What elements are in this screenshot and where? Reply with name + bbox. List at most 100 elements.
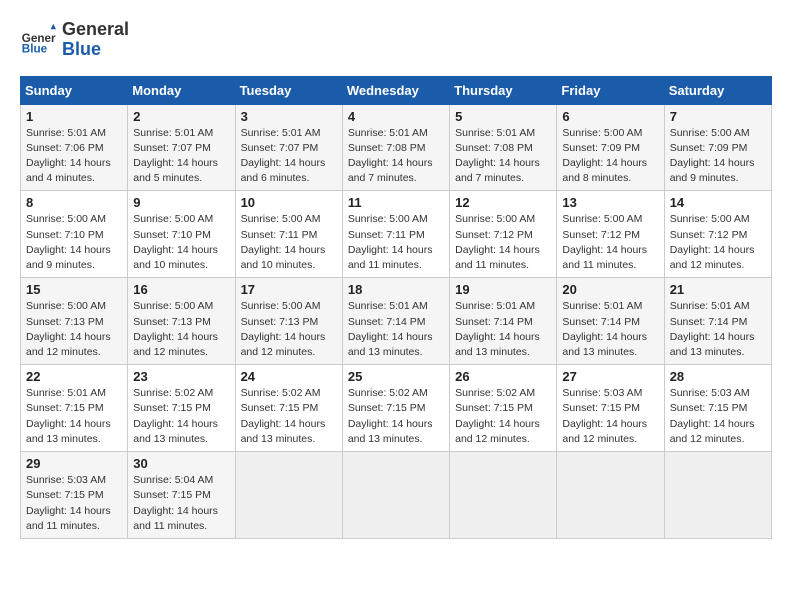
day-number: 18 <box>348 282 444 297</box>
day-number: 9 <box>133 195 229 210</box>
logo-text: General Blue <box>62 20 129 60</box>
day-info: Sunrise: 5:00 AM Sunset: 7:11 PM Dayligh… <box>241 212 337 273</box>
calendar-week-1: 1 Sunrise: 5:01 AM Sunset: 7:06 PM Dayli… <box>21 104 772 191</box>
day-number: 1 <box>26 109 122 124</box>
calendar-header-row: SundayMondayTuesdayWednesdayThursdayFrid… <box>21 76 772 104</box>
calendar-cell: 26 Sunrise: 5:02 AM Sunset: 7:15 PM Dayl… <box>450 365 557 452</box>
day-info: Sunrise: 5:02 AM Sunset: 7:15 PM Dayligh… <box>455 386 551 447</box>
day-info: Sunrise: 5:03 AM Sunset: 7:15 PM Dayligh… <box>562 386 658 447</box>
day-info: Sunrise: 5:00 AM Sunset: 7:12 PM Dayligh… <box>562 212 658 273</box>
calendar-cell: 28 Sunrise: 5:03 AM Sunset: 7:15 PM Dayl… <box>664 365 771 452</box>
day-info: Sunrise: 5:03 AM Sunset: 7:15 PM Dayligh… <box>26 473 122 534</box>
day-number: 20 <box>562 282 658 297</box>
day-number: 29 <box>26 456 122 471</box>
day-info: Sunrise: 5:00 AM Sunset: 7:13 PM Dayligh… <box>26 299 122 360</box>
calendar-cell: 23 Sunrise: 5:02 AM Sunset: 7:15 PM Dayl… <box>128 365 235 452</box>
calendar-cell: 16 Sunrise: 5:00 AM Sunset: 7:13 PM Dayl… <box>128 278 235 365</box>
logo: General Blue General Blue <box>20 20 129 60</box>
day-number: 26 <box>455 369 551 384</box>
day-number: 16 <box>133 282 229 297</box>
calendar-cell: 20 Sunrise: 5:01 AM Sunset: 7:14 PM Dayl… <box>557 278 664 365</box>
day-number: 6 <box>562 109 658 124</box>
day-info: Sunrise: 5:01 AM Sunset: 7:08 PM Dayligh… <box>455 126 551 187</box>
calendar-cell: 21 Sunrise: 5:01 AM Sunset: 7:14 PM Dayl… <box>664 278 771 365</box>
calendar-week-2: 8 Sunrise: 5:00 AM Sunset: 7:10 PM Dayli… <box>21 191 772 278</box>
day-info: Sunrise: 5:00 AM Sunset: 7:13 PM Dayligh… <box>133 299 229 360</box>
calendar-cell: 29 Sunrise: 5:03 AM Sunset: 7:15 PM Dayl… <box>21 452 128 539</box>
day-number: 17 <box>241 282 337 297</box>
day-number: 21 <box>670 282 766 297</box>
calendar-table: SundayMondayTuesdayWednesdayThursdayFrid… <box>20 76 772 539</box>
day-info: Sunrise: 5:01 AM Sunset: 7:14 PM Dayligh… <box>670 299 766 360</box>
day-info: Sunrise: 5:01 AM Sunset: 7:14 PM Dayligh… <box>348 299 444 360</box>
day-info: Sunrise: 5:00 AM Sunset: 7:13 PM Dayligh… <box>241 299 337 360</box>
calendar-cell: 6 Sunrise: 5:00 AM Sunset: 7:09 PM Dayli… <box>557 104 664 191</box>
calendar-header-friday: Friday <box>557 76 664 104</box>
calendar-header-thursday: Thursday <box>450 76 557 104</box>
day-number: 30 <box>133 456 229 471</box>
calendar-week-3: 15 Sunrise: 5:00 AM Sunset: 7:13 PM Dayl… <box>21 278 772 365</box>
day-info: Sunrise: 5:00 AM Sunset: 7:10 PM Dayligh… <box>26 212 122 273</box>
day-number: 27 <box>562 369 658 384</box>
calendar-cell: 9 Sunrise: 5:00 AM Sunset: 7:10 PM Dayli… <box>128 191 235 278</box>
calendar-header-sunday: Sunday <box>21 76 128 104</box>
calendar-cell: 22 Sunrise: 5:01 AM Sunset: 7:15 PM Dayl… <box>21 365 128 452</box>
calendar-cell: 24 Sunrise: 5:02 AM Sunset: 7:15 PM Dayl… <box>235 365 342 452</box>
calendar-cell: 11 Sunrise: 5:00 AM Sunset: 7:11 PM Dayl… <box>342 191 449 278</box>
day-info: Sunrise: 5:01 AM Sunset: 7:15 PM Dayligh… <box>26 386 122 447</box>
calendar-cell: 5 Sunrise: 5:01 AM Sunset: 7:08 PM Dayli… <box>450 104 557 191</box>
calendar-header-wednesday: Wednesday <box>342 76 449 104</box>
calendar-cell <box>450 452 557 539</box>
day-info: Sunrise: 5:02 AM Sunset: 7:15 PM Dayligh… <box>348 386 444 447</box>
day-info: Sunrise: 5:00 AM Sunset: 7:12 PM Dayligh… <box>670 212 766 273</box>
calendar-cell: 13 Sunrise: 5:00 AM Sunset: 7:12 PM Dayl… <box>557 191 664 278</box>
calendar-cell: 12 Sunrise: 5:00 AM Sunset: 7:12 PM Dayl… <box>450 191 557 278</box>
day-number: 13 <box>562 195 658 210</box>
calendar-cell <box>557 452 664 539</box>
day-number: 5 <box>455 109 551 124</box>
calendar-cell: 15 Sunrise: 5:00 AM Sunset: 7:13 PM Dayl… <box>21 278 128 365</box>
day-number: 15 <box>26 282 122 297</box>
calendar-cell <box>342 452 449 539</box>
day-number: 24 <box>241 369 337 384</box>
day-number: 4 <box>348 109 444 124</box>
day-info: Sunrise: 5:02 AM Sunset: 7:15 PM Dayligh… <box>133 386 229 447</box>
day-number: 3 <box>241 109 337 124</box>
calendar-cell <box>235 452 342 539</box>
calendar-cell: 27 Sunrise: 5:03 AM Sunset: 7:15 PM Dayl… <box>557 365 664 452</box>
logo-icon: General Blue <box>20 22 56 58</box>
day-number: 11 <box>348 195 444 210</box>
calendar-cell: 17 Sunrise: 5:00 AM Sunset: 7:13 PM Dayl… <box>235 278 342 365</box>
calendar-cell: 1 Sunrise: 5:01 AM Sunset: 7:06 PM Dayli… <box>21 104 128 191</box>
calendar-header-monday: Monday <box>128 76 235 104</box>
day-info: Sunrise: 5:01 AM Sunset: 7:14 PM Dayligh… <box>455 299 551 360</box>
calendar-cell: 25 Sunrise: 5:02 AM Sunset: 7:15 PM Dayl… <box>342 365 449 452</box>
calendar-cell: 4 Sunrise: 5:01 AM Sunset: 7:08 PM Dayli… <box>342 104 449 191</box>
calendar-header-tuesday: Tuesday <box>235 76 342 104</box>
day-number: 14 <box>670 195 766 210</box>
day-info: Sunrise: 5:04 AM Sunset: 7:15 PM Dayligh… <box>133 473 229 534</box>
day-number: 28 <box>670 369 766 384</box>
calendar-header-saturday: Saturday <box>664 76 771 104</box>
calendar-cell <box>664 452 771 539</box>
calendar-cell: 10 Sunrise: 5:00 AM Sunset: 7:11 PM Dayl… <box>235 191 342 278</box>
day-info: Sunrise: 5:00 AM Sunset: 7:09 PM Dayligh… <box>670 126 766 187</box>
day-info: Sunrise: 5:01 AM Sunset: 7:07 PM Dayligh… <box>241 126 337 187</box>
day-number: 10 <box>241 195 337 210</box>
calendar-cell: 2 Sunrise: 5:01 AM Sunset: 7:07 PM Dayli… <box>128 104 235 191</box>
calendar-cell: 19 Sunrise: 5:01 AM Sunset: 7:14 PM Dayl… <box>450 278 557 365</box>
day-info: Sunrise: 5:01 AM Sunset: 7:06 PM Dayligh… <box>26 126 122 187</box>
day-info: Sunrise: 5:00 AM Sunset: 7:10 PM Dayligh… <box>133 212 229 273</box>
day-info: Sunrise: 5:01 AM Sunset: 7:14 PM Dayligh… <box>562 299 658 360</box>
day-number: 7 <box>670 109 766 124</box>
day-info: Sunrise: 5:01 AM Sunset: 7:08 PM Dayligh… <box>348 126 444 187</box>
day-info: Sunrise: 5:00 AM Sunset: 7:12 PM Dayligh… <box>455 212 551 273</box>
svg-text:Blue: Blue <box>22 42 48 55</box>
day-number: 8 <box>26 195 122 210</box>
day-info: Sunrise: 5:03 AM Sunset: 7:15 PM Dayligh… <box>670 386 766 447</box>
day-number: 2 <box>133 109 229 124</box>
calendar-week-4: 22 Sunrise: 5:01 AM Sunset: 7:15 PM Dayl… <box>21 365 772 452</box>
calendar-cell: 8 Sunrise: 5:00 AM Sunset: 7:10 PM Dayli… <box>21 191 128 278</box>
calendar-week-5: 29 Sunrise: 5:03 AM Sunset: 7:15 PM Dayl… <box>21 452 772 539</box>
day-number: 12 <box>455 195 551 210</box>
